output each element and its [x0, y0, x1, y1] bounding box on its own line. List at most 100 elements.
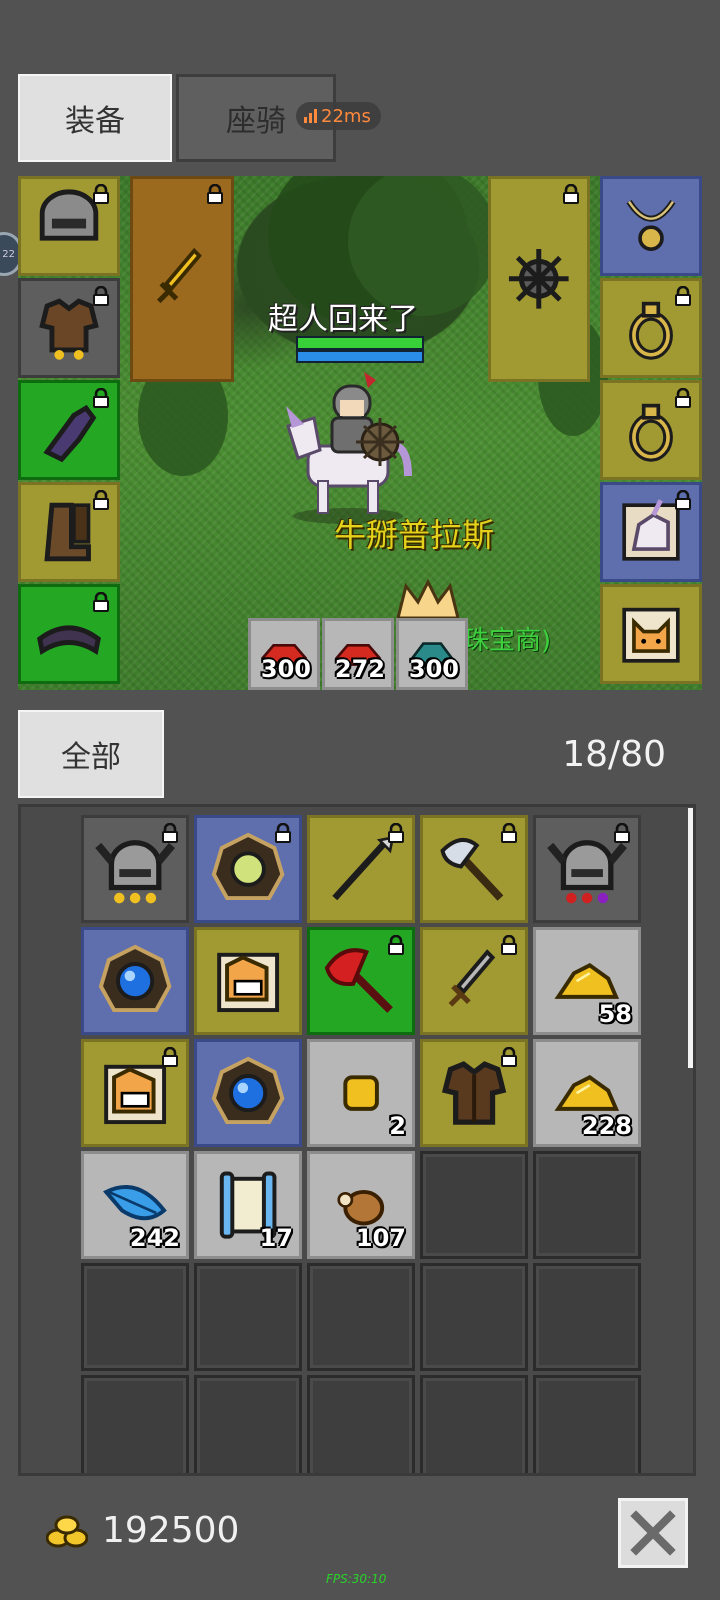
inventory-slot-empty[interactable] — [81, 1263, 189, 1371]
spiked-mace-icon — [509, 249, 569, 309]
lock-icon — [93, 490, 109, 510]
lock-icon — [501, 823, 517, 843]
item-quantity: 272 — [334, 655, 385, 683]
equip-slot-right-4[interactable] — [600, 584, 702, 684]
blue-gem-amulet-icon — [98, 944, 172, 1012]
lock-icon — [93, 184, 109, 204]
inventory-slot[interactable] — [194, 1039, 302, 1147]
side-badge-text: 22 — [2, 248, 15, 260]
equip-slot-left-0[interactable] — [18, 176, 120, 276]
inventory-filter-label: 全部 — [61, 740, 121, 775]
pet-fox-icon — [622, 607, 680, 663]
inventory-slot-empty[interactable] — [533, 1263, 641, 1371]
inventory-slot[interactable]: 17 — [194, 1151, 302, 1259]
potion-slot[interactable]: 300 — [248, 618, 320, 690]
lock-icon — [162, 823, 178, 843]
inventory-slot-empty[interactable] — [307, 1375, 415, 1473]
lock-icon — [93, 388, 109, 408]
item-quantity: 17 — [259, 1224, 293, 1252]
item-quantity: 58 — [598, 1000, 632, 1028]
inventory-slot[interactable] — [420, 927, 528, 1035]
item-quantity: 300 — [260, 655, 311, 683]
inventory-slot[interactable] — [194, 927, 302, 1035]
item-quantity: 242 — [129, 1224, 180, 1252]
lock-icon — [563, 184, 579, 204]
inventory-slot[interactable] — [533, 815, 641, 923]
inventory-slot[interactable]: 242 — [81, 1151, 189, 1259]
inventory-slot[interactable] — [307, 815, 415, 923]
inventory-slot[interactable]: 228 — [533, 1039, 641, 1147]
gold-balance: 192500 — [46, 1510, 239, 1551]
pet-card-icon — [217, 952, 279, 1012]
tab-equipment[interactable]: 装备 — [18, 74, 172, 162]
inventory-slot[interactable]: 2 — [307, 1039, 415, 1147]
inventory-slot[interactable]: 107 — [307, 1151, 415, 1259]
lock-icon — [675, 490, 691, 510]
inventory-slot-empty[interactable] — [81, 1375, 189, 1473]
item-quantity: 300 — [408, 655, 459, 683]
lock-icon — [388, 823, 404, 843]
inventory-slot-empty[interactable] — [533, 1375, 641, 1473]
item-quantity: 107 — [355, 1224, 406, 1252]
mp-bar — [296, 350, 424, 363]
inventory-slot[interactable] — [81, 815, 189, 923]
npc-name: 牛掰普拉斯 — [334, 516, 495, 554]
player-on-unicorn[interactable] — [268, 366, 428, 526]
inventory-slot-empty[interactable] — [420, 1375, 528, 1473]
necklace-icon — [626, 199, 676, 251]
close-button[interactable] — [618, 1498, 688, 1568]
equip-slot-right-0[interactable] — [600, 176, 702, 276]
inventory-slot[interactable] — [420, 815, 528, 923]
equip-slot-left-1[interactable] — [18, 278, 120, 378]
lock-icon — [93, 286, 109, 306]
equip-slot-right-2[interactable] — [600, 380, 702, 480]
equip-slot-left-2[interactable] — [18, 380, 120, 480]
npc-fox-sprite[interactable] — [388, 578, 468, 618]
lock-icon — [675, 388, 691, 408]
inventory-slot[interactable] — [194, 815, 302, 923]
inventory-grid[interactable]: 58 2 228 242 17 107 — [18, 804, 696, 1476]
inventory-filter-all[interactable]: 全部 — [18, 710, 164, 798]
equip-slot-left-3[interactable] — [18, 482, 120, 582]
inventory-slot-empty[interactable] — [194, 1375, 302, 1473]
lock-icon — [501, 1047, 517, 1067]
inventory-scrollbar[interactable] — [688, 808, 693, 1068]
inventory-slot-empty[interactable] — [420, 1263, 528, 1371]
equip-slot-left-4[interactable] — [18, 584, 120, 684]
lock-icon — [93, 592, 109, 612]
inventory-slot[interactable] — [420, 1039, 528, 1147]
tab-equipment-label: 装备 — [65, 104, 125, 139]
potion-slot[interactable]: 272 — [322, 618, 394, 690]
inventory-slot-empty[interactable] — [533, 1151, 641, 1259]
hp-bar — [296, 336, 424, 350]
inventory-slot[interactable]: 58 — [533, 927, 641, 1035]
inventory-slot-empty[interactable] — [307, 1263, 415, 1371]
lock-icon — [614, 823, 630, 843]
inventory-slot[interactable] — [81, 1039, 189, 1147]
potion-slot[interactable]: 300 — [396, 618, 468, 690]
lock-icon — [207, 184, 223, 204]
ping-value: 22ms — [321, 105, 371, 127]
item-quantity: 228 — [581, 1112, 632, 1140]
inventory-slot-empty[interactable] — [194, 1263, 302, 1371]
golden-sword-icon — [157, 248, 203, 304]
inventory-slot-empty[interactable] — [420, 1151, 528, 1259]
equip-slot-right-3[interactable] — [600, 482, 702, 582]
weapon-slot[interactable] — [130, 176, 234, 382]
lock-icon — [675, 286, 691, 306]
lock-icon — [275, 823, 291, 843]
inventory-slot[interactable] — [81, 927, 189, 1035]
fps-counter: FPS:30:10 — [326, 1572, 387, 1586]
gold-coins-icon — [46, 1515, 88, 1547]
blue-gem-amulet-icon — [211, 1056, 285, 1124]
signal-icon — [304, 109, 317, 123]
lock-icon — [388, 935, 404, 955]
npc-title: 珠宝商) — [463, 626, 552, 656]
offhand-slot[interactable] — [488, 176, 590, 382]
ping-indicator: 22ms — [296, 102, 381, 130]
tab-mount-label: 座骑 — [226, 104, 286, 139]
equip-slot-right-1[interactable] — [600, 278, 702, 378]
gold-amount: 192500 — [102, 1510, 240, 1551]
inventory-slot[interactable] — [307, 927, 415, 1035]
close-icon — [630, 1510, 676, 1556]
